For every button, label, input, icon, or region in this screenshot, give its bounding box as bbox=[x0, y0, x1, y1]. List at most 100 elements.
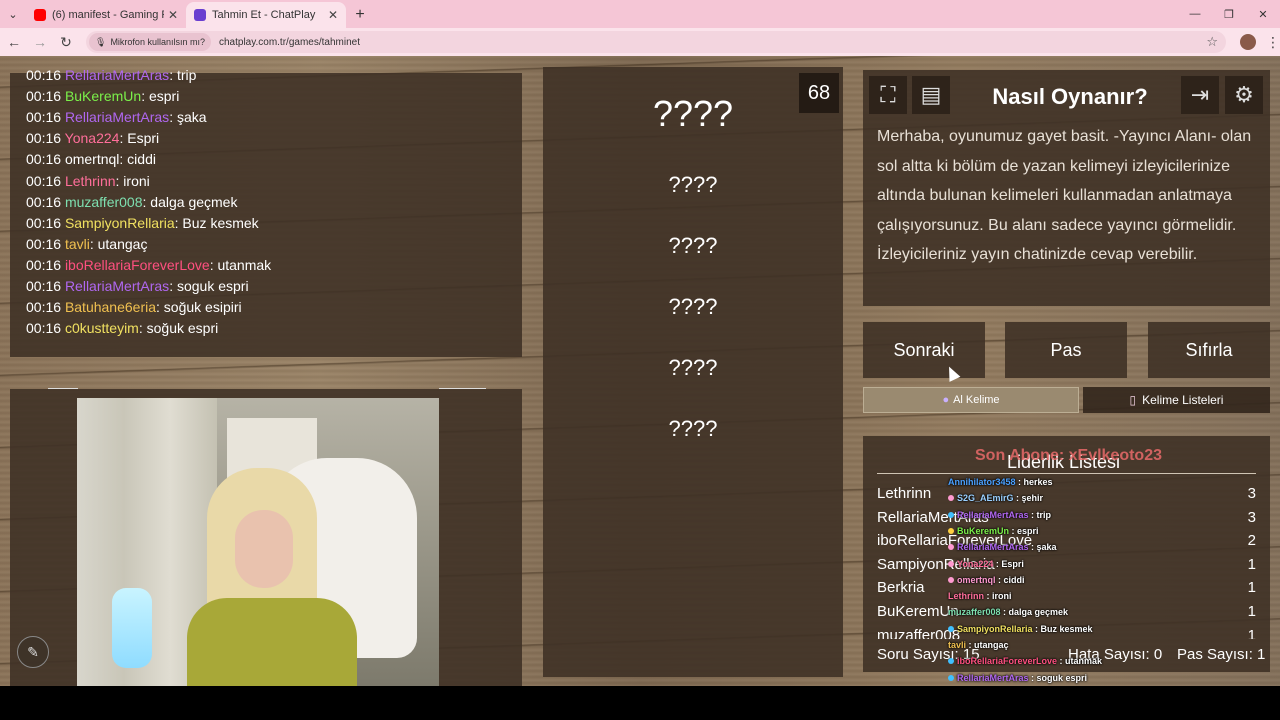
pass-button[interactable]: Pas bbox=[1005, 322, 1127, 378]
leaderboard-score: 1 bbox=[1247, 579, 1256, 597]
tab-bar: ⌄ (6) manifest - Gaming Room Vi ✕ Tahmin… bbox=[0, 0, 1280, 28]
leaderboard-row: RellariaMertAras 3 bbox=[877, 509, 1256, 526]
chat-time: 00:16 bbox=[26, 130, 65, 147]
window-controls: — ❐ ✕ bbox=[1178, 0, 1280, 28]
chat-username[interactable]: BuKeremUn bbox=[65, 88, 141, 104]
chat-text: : espri bbox=[141, 88, 180, 105]
chat-time: 00:16 bbox=[26, 235, 65, 252]
chat-username[interactable]: RellariaMertAras bbox=[65, 67, 169, 83]
chat-text: : Buz kesmek bbox=[174, 214, 259, 231]
leaderboard-row: Berkria 1 bbox=[877, 579, 1256, 596]
word-lists-label: Kelime Listeleri bbox=[1142, 393, 1224, 407]
chat-username[interactable]: Batuhane6eria bbox=[65, 299, 156, 315]
reload-icon[interactable]: ↻ bbox=[54, 30, 78, 54]
overlay-username: muzaffer008 bbox=[948, 607, 1001, 618]
youtube-icon bbox=[34, 9, 46, 21]
tab-youtube[interactable]: (6) manifest - Gaming Room Vi ✕ bbox=[26, 2, 186, 28]
chat-username[interactable]: iboRellariaForeverLove bbox=[65, 257, 210, 273]
overlay-chat-message: RellariaMertAras : trip bbox=[948, 510, 1051, 520]
chat-time: 00:16 bbox=[26, 193, 65, 210]
bookmark-star-icon[interactable]: ☆ bbox=[1206, 34, 1218, 50]
chat-username[interactable]: c0kustteyim bbox=[65, 320, 139, 336]
document-icon[interactable]: ▤ bbox=[912, 76, 950, 114]
chat-text: : Espri bbox=[119, 130, 160, 147]
restore-icon[interactable]: ❐ bbox=[1212, 0, 1246, 28]
get-word-button[interactable]: ● Al Kelime bbox=[863, 387, 1079, 413]
countdown-timer: 68 bbox=[799, 73, 839, 113]
chat-text: : soguk espri bbox=[169, 278, 249, 294]
chat-message: 00:16 Lethrinn: ironi bbox=[26, 173, 150, 189]
logout-icon[interactable]: ⇥ bbox=[1181, 76, 1219, 114]
overlay-chat-message: muzaffer008 : dalga geçmek bbox=[948, 607, 1068, 617]
back-icon[interactable]: ← bbox=[2, 30, 26, 54]
chat-time: 00:16 bbox=[26, 109, 65, 126]
chat-message: 00:16 Yona224: Espri bbox=[26, 130, 159, 146]
chat-message: 00:16 muzaffer008: dalga geçmek bbox=[26, 194, 237, 210]
chat-text: : ironi bbox=[115, 172, 150, 189]
reset-button[interactable]: Sıfırla bbox=[1148, 322, 1270, 378]
badge-icon bbox=[948, 527, 954, 534]
overlay-username: Annihilator3458 bbox=[948, 477, 1016, 487]
chat-username[interactable]: RellariaMertAras bbox=[65, 278, 169, 294]
overlay-chat-message: tavli : utangaç bbox=[948, 640, 1009, 650]
chat-message: 00:16 c0kustteyim: soğuk espri bbox=[26, 320, 218, 336]
lock-icon: ● bbox=[942, 394, 950, 406]
chat-time: 00:16 bbox=[26, 151, 65, 168]
divider-line bbox=[439, 388, 486, 389]
tab-search-icon[interactable]: ⌄ bbox=[0, 0, 26, 28]
url-text[interactable]: chatplay.com.tr/games/tahminet bbox=[219, 37, 1206, 48]
leaderboard-score: 3 bbox=[1247, 485, 1256, 502]
overlay-text: : dalga geçmek bbox=[1000, 607, 1069, 618]
chat-text: : dalga geçmek bbox=[142, 193, 238, 210]
chat-text: : soğuk esipiri bbox=[156, 299, 242, 316]
leaderboard-score: 1 bbox=[1247, 626, 1256, 639]
fullscreen-icon[interactable]: ⛶ bbox=[869, 76, 907, 114]
chat-text: : soğuk espri bbox=[138, 320, 219, 337]
chat-message: 00:16 BuKeremUn: espri bbox=[26, 88, 179, 104]
pass-count: Pas Sayısı: 1 bbox=[1177, 646, 1266, 663]
overlay-username: omertnql bbox=[957, 574, 996, 585]
close-window-icon[interactable]: ✕ bbox=[1246, 0, 1280, 28]
leaderboard-row: SampiyonRellaria 1 bbox=[877, 556, 1256, 573]
chat-username[interactable]: RellariaMertAras bbox=[65, 109, 169, 125]
overlay-username: Lethrinn bbox=[948, 591, 984, 602]
chat-message: 00:16 tavli: utangaç bbox=[26, 236, 147, 252]
chat-username[interactable]: Lethrinn bbox=[65, 173, 116, 189]
forbidden-word: ???? bbox=[668, 233, 718, 258]
chat-username[interactable]: omertnql bbox=[65, 151, 119, 167]
overlay-chat-message: S2G_AEmirG : şehir bbox=[948, 493, 1043, 503]
badge-icon bbox=[948, 495, 954, 502]
minimize-icon[interactable]: — bbox=[1178, 0, 1212, 28]
chat-username[interactable]: tavli bbox=[65, 236, 90, 252]
chat-time: 00:16 bbox=[26, 278, 65, 294]
overlay-username: RellariaMertAras bbox=[957, 672, 1029, 683]
address-bar[interactable]: 🎙 Mikrofon kullanılsın mı? chatplay.com.… bbox=[86, 31, 1226, 53]
next-button[interactable]: Sonraki bbox=[863, 322, 985, 378]
leaderboard-score: 1 bbox=[1247, 555, 1256, 573]
tab-chatplay[interactable]: Tahmin Et - ChatPlay ✕ bbox=[186, 2, 346, 28]
close-tab-icon[interactable]: ✕ bbox=[328, 8, 338, 22]
overlay-text: : ciddi bbox=[995, 574, 1025, 585]
chat-username[interactable]: SampiyonRellaria bbox=[65, 215, 175, 231]
word-lists-button[interactable]: ▯ Kelime Listeleri bbox=[1083, 387, 1270, 413]
browser-menu-icon[interactable]: ⋮ bbox=[1266, 34, 1280, 51]
new-tab-button[interactable]: + bbox=[346, 2, 374, 28]
chat-username[interactable]: muzaffer008 bbox=[65, 194, 143, 210]
close-tab-icon[interactable]: ✕ bbox=[168, 8, 178, 22]
chat-message: 00:16 RellariaMertAras: şaka bbox=[26, 109, 207, 125]
overlay-username: SampiyonRellaria bbox=[957, 623, 1033, 634]
overlay-chat-message: iboRellariaForeverLove : utanmak bbox=[948, 656, 1102, 666]
chat-username[interactable]: Yona224 bbox=[65, 130, 120, 146]
forward-icon[interactable]: → bbox=[28, 30, 52, 54]
divider bbox=[877, 473, 1256, 474]
profile-avatar[interactable] bbox=[1240, 34, 1256, 50]
leaderboard-row: iboRellariaForeverLove 2 bbox=[877, 532, 1256, 549]
chat-message: 00:16 iboRellariaForeverLove: utanmak bbox=[26, 257, 271, 273]
pencil-icon[interactable]: ✎ bbox=[17, 636, 49, 668]
overlay-chat-message: RellariaMertAras : şaka bbox=[948, 542, 1057, 552]
overlay-username: tavli bbox=[948, 640, 967, 650]
overlay-text: : Espri bbox=[993, 558, 1024, 569]
settings-gear-icon[interactable]: ⚙ bbox=[1225, 76, 1263, 114]
mic-permission-chip[interactable]: 🎙 Mikrofon kullanılsın mı? bbox=[89, 33, 211, 51]
last-subscriber: Son Abone: xEvlkeoto23 bbox=[975, 447, 1162, 464]
